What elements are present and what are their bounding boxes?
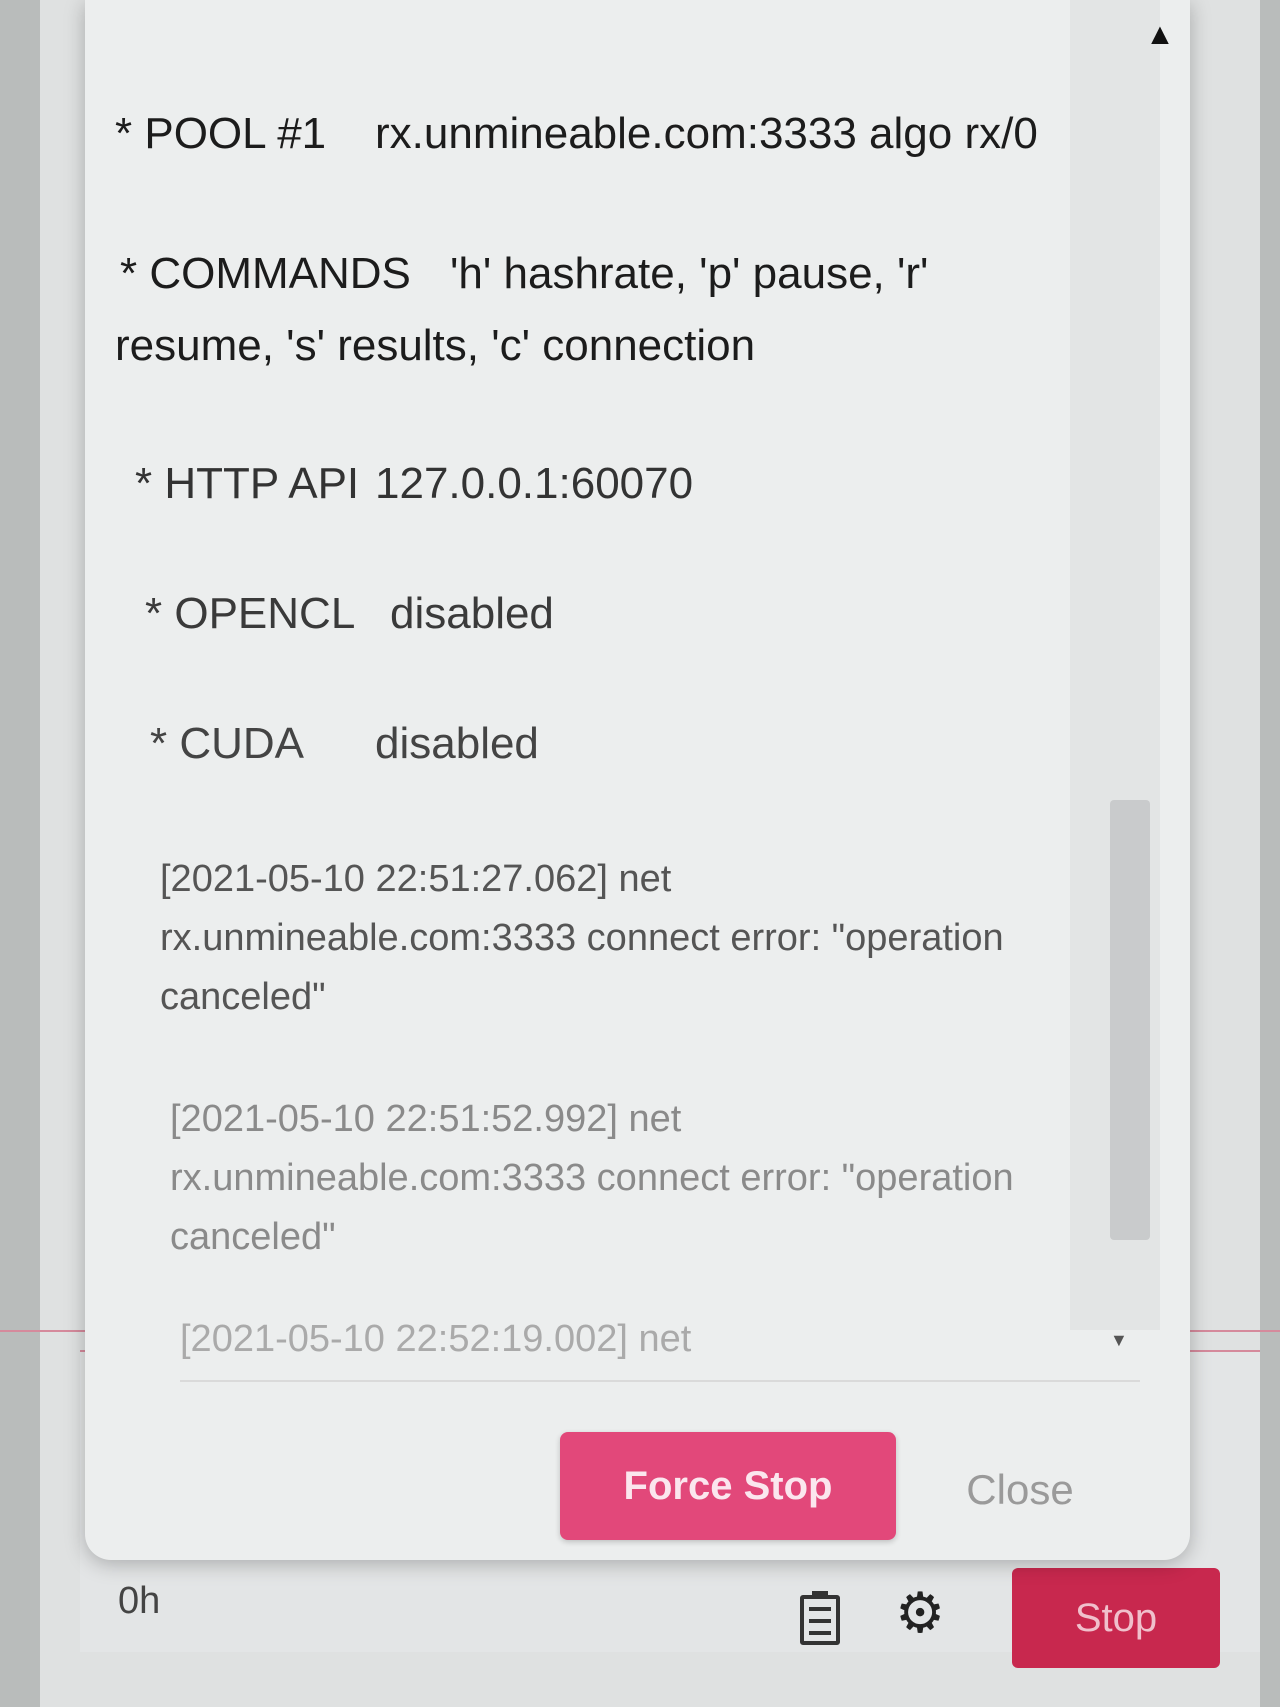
log-line-value: 127.0.0.1:60070 xyxy=(375,459,694,508)
log-line-value: disabled xyxy=(390,589,554,638)
duration-label: 0h xyxy=(118,1580,161,1622)
log-line-label: * CUDA xyxy=(150,719,305,768)
close-button[interactable]: Close xyxy=(940,1440,1100,1540)
scroll-up-arrow-icon[interactable]: ▲ xyxy=(1145,18,1175,52)
log-line-label: * POOL #1 xyxy=(115,109,327,158)
force-stop-button[interactable]: Force Stop xyxy=(560,1432,896,1540)
log-divider xyxy=(180,1380,1140,1382)
log-line-commands-cont: resume, 's' results, 'c' connection xyxy=(115,312,755,380)
scrollbar-thumb[interactable] xyxy=(1110,800,1150,1240)
log-line-http-api: * HTTP API 127.0.0.1:60070 xyxy=(135,450,693,518)
log-line-value: resume, 's' results, 'c' connection xyxy=(115,321,756,370)
log-entry-message: canceled" xyxy=(170,1215,336,1258)
log-line-label: * HTTP API xyxy=(135,459,360,508)
log-line-value: 'h' hashrate, 'p' pause, 'r' xyxy=(450,249,929,298)
log-entry-timestamp: [2021-05-10 22:51:27.062] net xyxy=(160,858,672,900)
log-line-cuda: * CUDA disabled xyxy=(150,710,539,778)
log-line-value: disabled xyxy=(375,719,539,768)
log-line-value: rx.unmineable.com:3333 algo rx/0 xyxy=(375,109,1038,158)
stop-button[interactable]: Stop xyxy=(1012,1568,1220,1668)
log-line-pool: * POOL #1 rx.unmineable.com:3333 algo rx/… xyxy=(115,100,1038,168)
gear-icon[interactable]: ⚙ xyxy=(895,1585,945,1641)
log-entry-timestamp: [2021-05-10 22:51:52.992] net xyxy=(170,1098,682,1140)
log-line-label: * COMMANDS xyxy=(120,249,411,298)
clipboard-icon[interactable] xyxy=(800,1591,840,1645)
log-entry: [2021-05-10 22:51:27.062] net rx.unminea… xyxy=(160,850,1004,1027)
log-entry: [2021-05-10 22:51:52.992] net rx.unminea… xyxy=(170,1090,1014,1267)
log-entry-timestamp: [2021-05-10 22:52:19.002] net xyxy=(180,1318,692,1360)
log-entry-message: rx.unmineable.com:3333 connect error: "o… xyxy=(160,916,1004,959)
log-entry-message: canceled" xyxy=(160,975,326,1018)
log-line-opencl: * OPENCL disabled xyxy=(145,580,554,648)
log-entry-message: rx.unmineable.com:3333 connect error: "o… xyxy=(170,1156,1014,1199)
log-line-commands: * COMMANDS 'h' hashrate, 'p' pause, 'r' xyxy=(120,240,928,308)
log-output: * POOL #1 rx.unmineable.com:3333 algo rx/… xyxy=(115,0,1105,1390)
scroll-down-arrow-icon[interactable]: ▼ xyxy=(1110,1330,1128,1351)
log-entry: [2021-05-10 22:52:19.002] net xyxy=(180,1310,691,1369)
log-line-label: * OPENCL xyxy=(145,589,356,638)
